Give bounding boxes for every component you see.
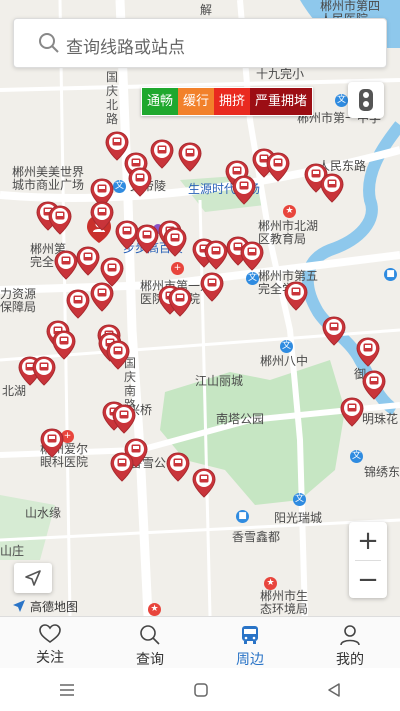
bus-stop-pin-icon[interactable]: [90, 282, 114, 312]
bus-stop-pin-icon[interactable]: [204, 240, 228, 270]
map-label-mingzhu: 明珠花: [362, 412, 399, 426]
bus-stop-pin-icon[interactable]: [76, 246, 100, 276]
map-label-baxiong: 郴州八中: [260, 354, 309, 368]
road-minor-5: [0, 518, 400, 542]
legend-slow: 缓行: [178, 88, 215, 115]
bus-stop-pin-icon[interactable]: [340, 397, 364, 427]
zoom-out-button[interactable]: −: [349, 561, 387, 599]
map-label-shanshui: 山水缘: [25, 506, 62, 520]
bus-stop-pin-icon[interactable]: [192, 468, 216, 498]
map-label-nanta: 南塔公园: [216, 412, 265, 426]
school-poi-icon: 文: [280, 340, 293, 353]
bus-stop-pin-icon[interactable]: [362, 370, 386, 400]
map-label-beihu-edu: 郴州市北湖 区教育局: [258, 219, 319, 246]
tab-query[interactable]: 查询: [100, 617, 200, 669]
school-poi-icon: 文: [335, 94, 348, 107]
traffic-layer-button[interactable]: [348, 82, 384, 118]
zoom-control: + −: [349, 522, 387, 598]
map-label-shanzhuang: 山庄: [0, 544, 25, 558]
bus-stop-pin-icon[interactable]: [266, 152, 290, 182]
tab-nearby[interactable]: 周边: [200, 617, 300, 669]
plus-icon: +: [357, 526, 379, 556]
tab-follow[interactable]: 关注: [0, 617, 100, 669]
bus-stop-pin-icon[interactable]: [178, 142, 202, 172]
school-poi-icon: 文: [246, 272, 259, 285]
map-label-beihu: 北湖: [2, 384, 27, 398]
home-icon[interactable]: [194, 682, 208, 697]
traffic-light-icon: [359, 89, 373, 111]
menu-icon[interactable]: [59, 683, 75, 696]
minus-icon: −: [357, 565, 379, 595]
search-icon: [39, 33, 59, 53]
tab-mine[interactable]: 我的: [300, 617, 400, 669]
user-icon: [340, 625, 360, 646]
gov-poi-icon: ★: [148, 603, 161, 616]
bus-stop-pin-icon[interactable]: [240, 241, 264, 271]
zoom-in-button[interactable]: +: [349, 522, 387, 560]
legend-severe: 严重拥堵: [250, 88, 313, 115]
map-label-hai: 解: [200, 3, 213, 17]
map-label-meimei: 郴州美美世界 城市商业广场: [12, 165, 85, 192]
gov-poi-icon: ★: [264, 577, 277, 590]
locate-arrow-icon: [25, 570, 41, 586]
bus-stop-pin-icon[interactable]: [40, 428, 64, 458]
system-nav-bar: [0, 668, 400, 711]
bus-stop-pin-icon[interactable]: [163, 227, 187, 257]
bus-stop-pin-icon[interactable]: [166, 452, 190, 482]
bus-stop-pin-icon[interactable]: [232, 175, 256, 205]
bus-stop-pin-icon[interactable]: [150, 139, 174, 169]
search-input[interactable]: 查询线路或站点: [66, 33, 185, 58]
tab-mine-label: 我的: [336, 652, 364, 668]
bus-stop-pin-icon[interactable]: [168, 287, 192, 317]
amap-logo-text: 高德地图: [30, 599, 79, 614]
road-label-guoqing-north: 国庆北路: [105, 70, 118, 126]
tab-follow-label: 关注: [36, 650, 64, 666]
bus-stop-pin-icon[interactable]: [320, 173, 344, 203]
bus-stop-pin-icon[interactable]: [106, 340, 130, 370]
map-label-eco: 郴州市生 态环境局: [260, 589, 309, 616]
heart-icon: [39, 624, 61, 643]
tab-nearby-label: 周边: [236, 652, 264, 668]
bus-icon: [242, 626, 258, 644]
bus-stop-pin-icon[interactable]: [54, 250, 78, 280]
tab-query-label: 查询: [136, 652, 164, 668]
legend-congested: 拥挤: [214, 88, 251, 115]
search-icon: [140, 625, 160, 645]
bus-stop-pin-icon[interactable]: [112, 404, 136, 434]
bus-stop-pin-icon[interactable]: [32, 356, 56, 386]
legend-smooth: 通畅: [142, 88, 179, 115]
map-label-env: 力资源 保障局: [0, 287, 37, 314]
school-poi-icon: 文: [293, 493, 306, 506]
building-poi-icon: ■: [384, 268, 397, 281]
back-icon[interactable]: [327, 682, 341, 697]
building-poi-icon: ■: [236, 510, 249, 523]
bottom-tab-bar: 关注 查询 周边 我的: [0, 616, 400, 669]
map-label-yangguang: 阳光瑞城: [274, 511, 323, 525]
bus-stop-pin-icon[interactable]: [90, 201, 114, 231]
bus-stop-pin-icon[interactable]: [110, 452, 134, 482]
gov-poi-icon: ★: [283, 205, 296, 218]
bus-stop-pin-icon[interactable]: [135, 224, 159, 254]
map-label-xiangxue2: 香雪鑫都: [232, 530, 281, 544]
traffic-legend: 通畅 缓行 拥挤 严重拥堵: [141, 87, 314, 116]
school-poi-icon: 文: [350, 450, 363, 463]
map-label-jiangshan: 江山丽城: [195, 374, 244, 388]
amap-logo-icon: [13, 600, 25, 612]
hospital-poi-icon: +: [171, 262, 184, 275]
map-label-no19: 十九完小: [256, 67, 305, 81]
bus-stop-pin-icon[interactable]: [356, 337, 380, 367]
bus-stop-pin-icon[interactable]: [284, 281, 308, 311]
amap-logo: 高德地图: [12, 598, 78, 614]
bus-stop-pin-icon[interactable]: [322, 316, 346, 346]
bus-stop-pin-icon[interactable]: [66, 289, 90, 319]
map-label-jinxiu: 锦绣东: [364, 465, 400, 479]
bus-stop-pin-icon[interactable]: [200, 272, 224, 302]
park-area: [160, 360, 345, 505]
search-bar[interactable]: 查询线路或站点: [13, 18, 387, 68]
locate-button[interactable]: [14, 563, 52, 593]
bus-stop-pin-icon[interactable]: [48, 205, 72, 235]
bus-stop-pin-icon[interactable]: [128, 167, 152, 197]
